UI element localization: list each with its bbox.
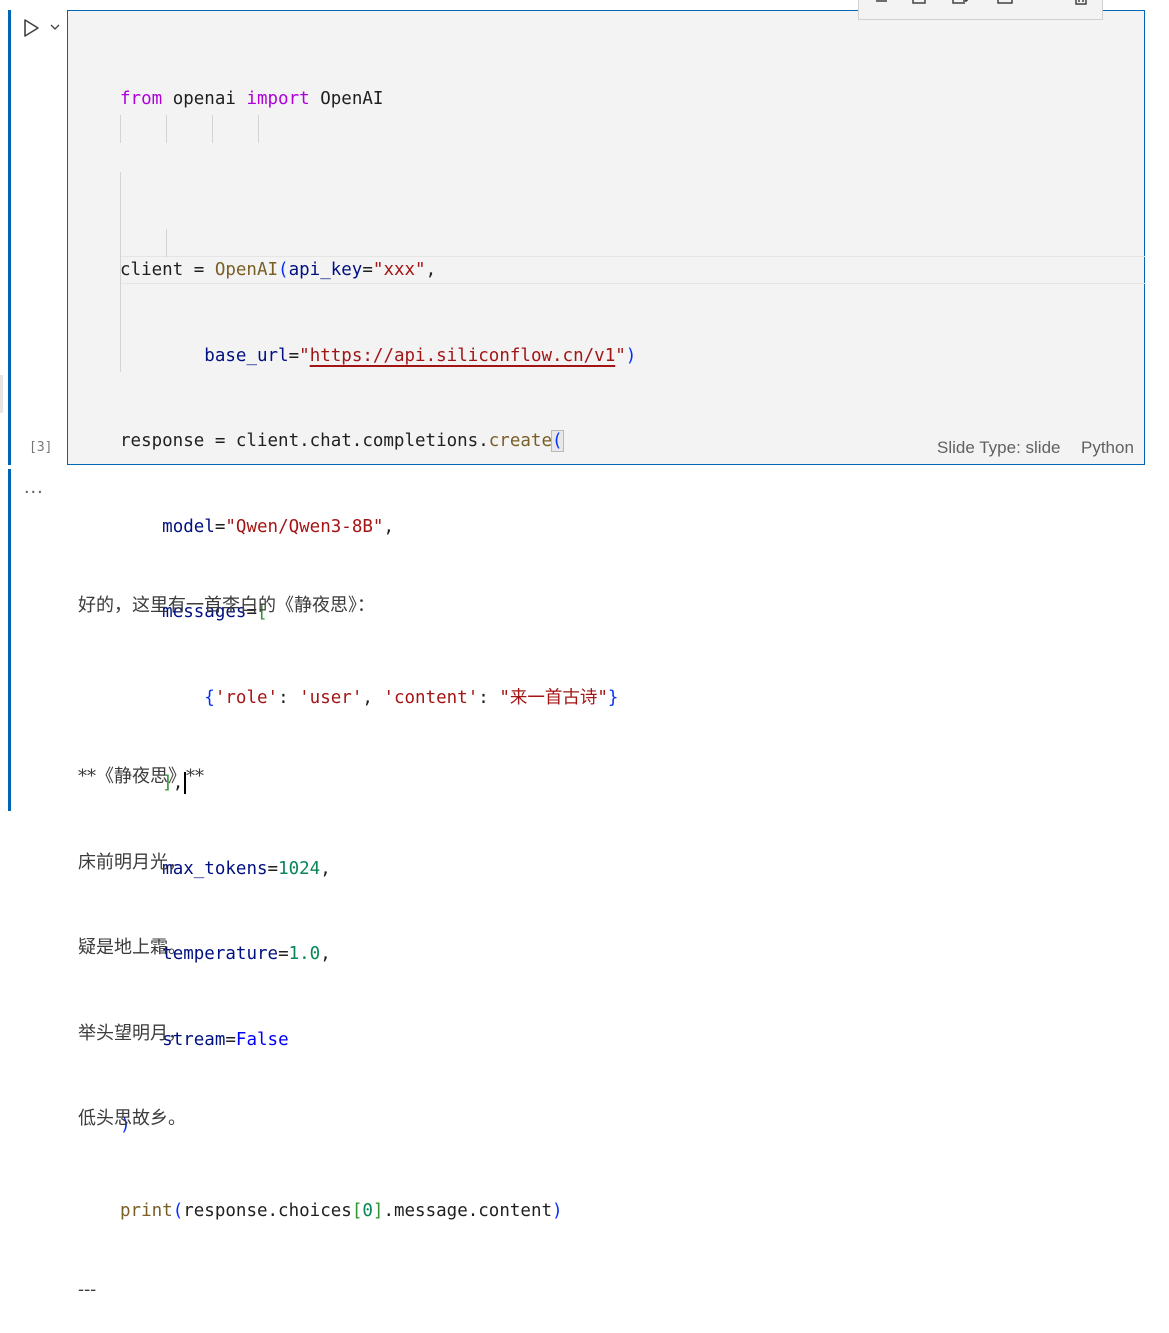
list-icon[interactable]	[869, 0, 889, 9]
output-line: 疑是地上霜。	[78, 937, 186, 958]
output-line: 床前明月光，	[78, 851, 186, 873]
more-icon[interactable]	[1033, 0, 1053, 9]
code-line: base_url="https://api.siliconflow.cn/v1"…	[204, 345, 637, 366]
split-above-icon[interactable]	[911, 0, 931, 9]
cell-toolbar	[858, 0, 1103, 20]
output-line: 好的，这里有一首李白的《静夜思》：	[78, 595, 375, 616]
delete-icon[interactable]	[1071, 0, 1091, 9]
output-focus-indicator[interactable]	[8, 469, 11, 811]
chevron-down-icon[interactable]	[48, 20, 62, 34]
language-selector[interactable]: Python	[1081, 438, 1134, 458]
cell-focus-indicator[interactable]	[8, 10, 11, 465]
code-line: client = OpenAI(api_key="xxx",	[120, 260, 437, 280]
output-line: **《静夜思》**	[78, 766, 204, 787]
output-menu-button[interactable]: ...	[24, 476, 44, 499]
split-below-icon[interactable]	[951, 0, 971, 9]
slide-type-selector[interactable]: Slide Type: slide	[937, 438, 1060, 458]
cell-output: 好的，这里有一首李白的《静夜思》： **《静夜思》** 床前明月光， 疑是地上霜…	[78, 535, 375, 1333]
output-line: 举头望明月，	[78, 1022, 186, 1044]
cell-layout-icon[interactable]	[995, 0, 1015, 9]
scroll-gutter-bar	[0, 375, 3, 413]
play-icon[interactable]	[20, 17, 42, 39]
code-line: from openai import OpenAI	[120, 89, 384, 109]
output-line: 低头思故乡。	[78, 1108, 186, 1129]
code-line: response = client.chat.completions.creat…	[120, 430, 564, 452]
execution-count: [3]	[29, 440, 53, 455]
url-link[interactable]: https://api.siliconflow.cn/v1	[310, 346, 616, 366]
output-line: ---	[78, 1279, 97, 1300]
